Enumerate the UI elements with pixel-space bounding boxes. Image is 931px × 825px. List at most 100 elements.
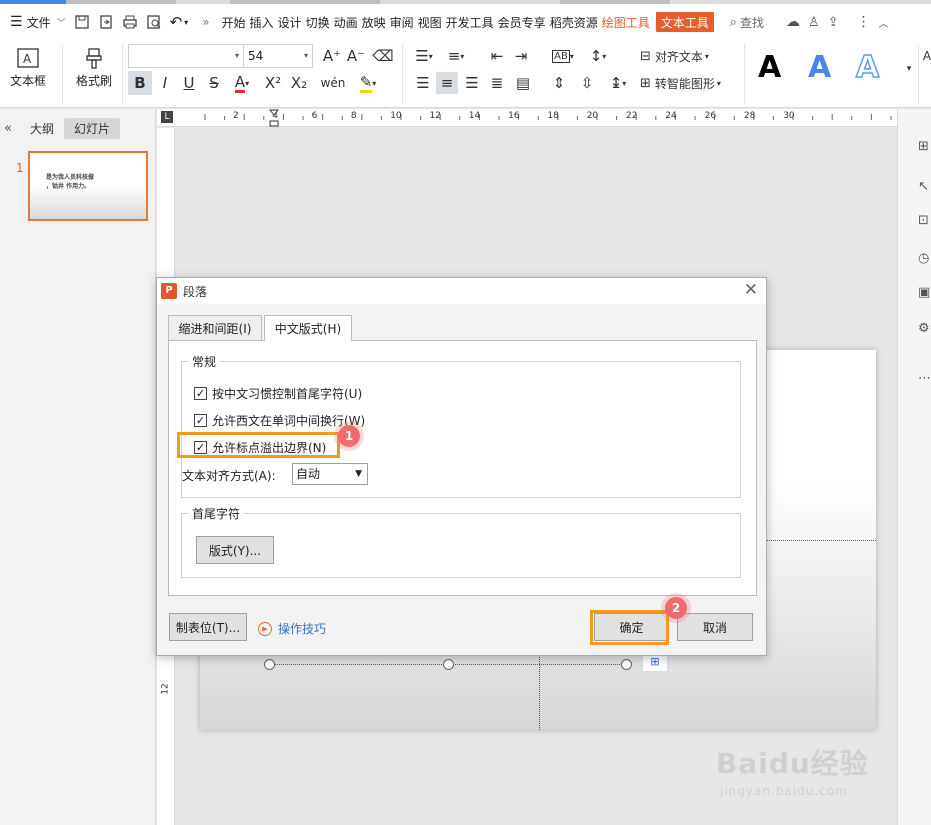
- convert-smartart-button[interactable]: ⊞ 转智能图形 ▾: [640, 72, 736, 94]
- tab-text-tools-label: 文本工具: [660, 15, 709, 30]
- checkbox-control-first-last[interactable]: ✓ 按中文习惯控制首尾字符(U): [194, 385, 362, 402]
- indent-marker-icon[interactable]: [269, 109, 279, 127]
- strikethrough-button[interactable]: S: [203, 72, 225, 94]
- text-style-blue[interactable]: A: [808, 50, 831, 85]
- font-color-button[interactable]: A ▾: [228, 72, 256, 94]
- print-button[interactable]: [118, 4, 142, 40]
- resize-handle[interactable]: [443, 659, 454, 670]
- horizontal-ruler[interactable]: L 2 4 6 8 10 12 14 16 18 20 22 24 26 28 30: [157, 109, 897, 127]
- text-style-black[interactable]: A: [758, 50, 781, 85]
- text-direction-icon: AB: [552, 49, 570, 63]
- collapse-ribbon-button[interactable]: ︿: [875, 4, 893, 40]
- ruler-number: 6: [311, 111, 318, 121]
- more-styles-button[interactable]: ▾: [902, 58, 916, 80]
- cloud-button[interactable]: ☁: [782, 4, 804, 40]
- increase-font-button[interactable]: A⁺: [321, 45, 343, 67]
- tab-indent-spacing[interactable]: 缩进和间距(I): [168, 315, 262, 340]
- close-icon[interactable]: ✕: [744, 281, 758, 299]
- subscript-button[interactable]: X₂: [288, 72, 310, 94]
- text-fill-button[interactable]: A: [922, 45, 931, 67]
- share-user-button[interactable]: ♙: [804, 4, 824, 40]
- paragraph-spacing-2-button[interactable]: ⇳: [576, 72, 598, 94]
- menu-bar: ☰ 文件 ﹀ ↶ ▾ » 开始 插入 设计 切换 动画 放映 审阅 视图 开发工…: [0, 4, 931, 40]
- export-pdf-button[interactable]: [94, 4, 118, 40]
- font-size-select[interactable]: 54 ▾: [243, 44, 313, 68]
- textbox-button[interactable]: A 文本框: [6, 46, 50, 89]
- format-painter-button[interactable]: 格式刷: [72, 46, 116, 89]
- decrease-indent-button[interactable]: ⇤: [486, 45, 508, 67]
- checkbox-checked-icon[interactable]: ✓: [194, 387, 207, 400]
- align-center-button[interactable]: ≡: [436, 72, 458, 94]
- phonetic-guide-button[interactable]: wén: [318, 72, 348, 94]
- font-name-select[interactable]: ▾: [128, 44, 244, 68]
- checkbox-checked-icon[interactable]: ✓: [194, 414, 207, 427]
- file-menu[interactable]: ☰ 文件 ﹀: [0, 4, 70, 40]
- format-icon[interactable]: ⊡: [918, 213, 931, 229]
- more-quick-access[interactable]: »: [198, 4, 213, 40]
- tab-animation[interactable]: 动画: [332, 4, 360, 40]
- paragraph-spacing-button[interactable]: ⇕: [548, 72, 570, 94]
- bullets-button[interactable]: ☰ ▾: [410, 45, 438, 67]
- search-button[interactable]: ⌕ 查找: [726, 4, 768, 40]
- align-left-button[interactable]: ☰: [412, 72, 434, 94]
- settings-icon[interactable]: ⚙: [918, 321, 931, 337]
- image-icon[interactable]: ▣: [918, 285, 931, 301]
- checkbox-allow-word-wrap[interactable]: ✓ 允许西文在单词中间换行(W): [194, 412, 365, 429]
- text-align-select[interactable]: 自动 ▼: [292, 463, 368, 485]
- layout-button[interactable]: 版式(Y)...: [196, 536, 274, 564]
- align-text-button[interactable]: ⊟ 对齐文本 ▾: [640, 45, 724, 67]
- increase-indent-button[interactable]: ⇥: [510, 45, 532, 67]
- tab-transition[interactable]: 切换: [304, 4, 332, 40]
- clear-format-button[interactable]: ⌫: [372, 45, 394, 67]
- decrease-font-button[interactable]: A⁻: [345, 45, 367, 67]
- tabs-button[interactable]: 制表位(T)...: [169, 613, 247, 641]
- tab-member[interactable]: 会员专享: [496, 4, 548, 40]
- resize-handle[interactable]: [264, 659, 275, 670]
- more-icon[interactable]: ⋯: [918, 371, 931, 387]
- save-button[interactable]: [70, 4, 94, 40]
- tab-view[interactable]: 视图: [416, 4, 444, 40]
- italic-button[interactable]: I: [154, 72, 176, 94]
- user-add-icon: ♙: [808, 14, 820, 30]
- highlight-color-button[interactable]: ✎ ▾: [354, 72, 382, 94]
- text-direction-button[interactable]: AB ▾: [548, 45, 578, 67]
- tab-slides[interactable]: 幻灯片: [63, 117, 120, 139]
- tab-chinese-layout[interactable]: 中文版式(H): [264, 315, 352, 341]
- tips-link[interactable]: ▶ 操作技巧: [258, 620, 326, 637]
- align-right-button[interactable]: ☰: [461, 72, 483, 94]
- tab-design[interactable]: 设计: [276, 4, 304, 40]
- distribute-button[interactable]: ▤: [512, 72, 534, 94]
- bold-button[interactable]: B: [128, 71, 152, 95]
- pointer-icon[interactable]: ↖: [918, 179, 931, 195]
- tab-slideshow[interactable]: 放映: [360, 4, 388, 40]
- thumbnail-text: 是为我人员科技做 ，钴井 作用力。: [46, 174, 95, 190]
- print-preview-button[interactable]: [142, 4, 166, 40]
- superscript-button[interactable]: X²: [262, 72, 284, 94]
- underline-button[interactable]: U: [178, 72, 200, 94]
- tab-developer[interactable]: 开发工具: [444, 4, 496, 40]
- tab-text-tools[interactable]: 文本工具: [655, 12, 714, 32]
- share-button[interactable]: ⇪: [824, 4, 843, 40]
- tab-insert[interactable]: 插入: [248, 4, 276, 40]
- tab-drawing-tools[interactable]: 绘图工具: [600, 4, 652, 40]
- resize-handle[interactable]: [621, 659, 632, 670]
- justify-button[interactable]: ≣: [486, 72, 508, 94]
- numbering-button[interactable]: ≡ ▾: [442, 45, 470, 67]
- tab-review[interactable]: 审阅: [388, 4, 416, 40]
- collapse-panel-icon[interactable]: «: [4, 121, 12, 136]
- animation-icon[interactable]: ◷: [918, 251, 931, 267]
- cancel-button[interactable]: 取消: [677, 613, 753, 641]
- text-style-outline[interactable]: A: [855, 49, 880, 86]
- chevron-down-icon: ▾: [428, 51, 433, 61]
- property-icon[interactable]: ⊞: [918, 139, 931, 155]
- undo-button[interactable]: ↶ ▾: [166, 4, 193, 40]
- more-options-button[interactable]: ⋮: [853, 4, 875, 40]
- paragraph-settings-button[interactable]: ↨ ▾: [604, 72, 632, 94]
- line-spacing-button[interactable]: ↕ ▾: [584, 45, 612, 67]
- share-icon: ⇪: [827, 14, 839, 30]
- tab-outline[interactable]: 大纲: [20, 118, 64, 139]
- tab-docer[interactable]: 稻壳资源: [548, 4, 600, 40]
- tab-home-label: 开始: [221, 15, 246, 30]
- tab-home[interactable]: 开始: [220, 4, 248, 40]
- slide-thumbnail[interactable]: 是为我人员科技做 ，钴井 作用力。: [28, 151, 148, 221]
